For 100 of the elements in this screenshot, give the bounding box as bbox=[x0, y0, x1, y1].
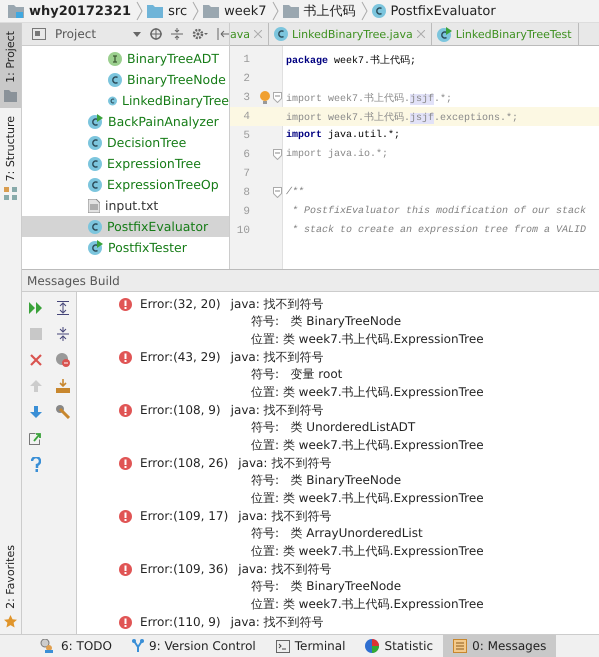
line-number: 5 bbox=[242, 130, 250, 142]
close-icon[interactable] bbox=[416, 30, 425, 38]
error-detail: 位置: 类 week7.书上代码.ExpressionTree bbox=[250, 436, 485, 454]
error-icon bbox=[119, 456, 132, 470]
error-location[interactable]: Error:(32, 20) bbox=[140, 297, 221, 311]
chevron-icon bbox=[360, 1, 368, 21]
error-location[interactable]: Error:(110, 9) bbox=[140, 615, 221, 629]
error-icon bbox=[119, 616, 132, 628]
error-detail: 符号: 类 UnorderedListADT bbox=[250, 419, 416, 436]
runnable-class-icon bbox=[88, 240, 103, 255]
side-tool-tab[interactable]: 7: Structure bbox=[0, 108, 21, 206]
export-icon[interactable] bbox=[29, 431, 42, 445]
error-message: java: 找不到符号 bbox=[230, 296, 324, 312]
help-icon[interactable] bbox=[30, 456, 40, 472]
code-line: import java.io.*; bbox=[285, 149, 388, 160]
tree-item[interactable]: PostfixTester bbox=[22, 237, 229, 258]
error-detail: 位置: 类 week7.书上代码.ExpressionTree bbox=[250, 330, 485, 348]
chevron-icon bbox=[136, 1, 144, 21]
collapse-icon[interactable] bbox=[171, 28, 184, 40]
error-detail: 符号: 变量 root bbox=[250, 366, 344, 383]
fold-icon[interactable] bbox=[273, 149, 282, 160]
tree-item[interactable]: PostfixEvaluator bbox=[22, 216, 229, 237]
line-number: 6 bbox=[242, 148, 250, 160]
side-tool-tab[interactable]: 2: Favorites bbox=[0, 537, 21, 634]
panel-title[interactable]: Project bbox=[54, 27, 96, 41]
chevron-icon bbox=[192, 1, 200, 21]
tool-window-tab[interactable]: 9: Version Control bbox=[122, 635, 266, 657]
error-detail: 位置: 类 week7.书上代码.ExpressionTree bbox=[250, 384, 485, 400]
breadcrumb-item[interactable]: why20172321 bbox=[29, 4, 132, 18]
no-warnings-icon[interactable] bbox=[56, 353, 70, 367]
error-icon bbox=[119, 510, 132, 522]
project-folder-icon bbox=[8, 4, 24, 18]
target-icon[interactable] bbox=[150, 28, 162, 40]
tree-item[interactable]: BinaryTreeADT bbox=[22, 48, 229, 69]
breadcrumb-item[interactable]: week7 bbox=[224, 4, 267, 18]
error-icon bbox=[119, 404, 132, 416]
arrow-down-icon[interactable] bbox=[30, 406, 42, 418]
tree-item[interactable]: ExpressionTree bbox=[22, 153, 229, 174]
breadcrumb-item[interactable]: PostfixEvaluator bbox=[390, 4, 496, 18]
class-icon bbox=[372, 4, 386, 18]
error-location[interactable]: Error:(43, 29) bbox=[140, 350, 221, 364]
dropdown-caret-icon[interactable] bbox=[133, 32, 142, 36]
error-location[interactable]: Error:(109, 36) bbox=[140, 562, 228, 576]
tool-window-tab[interactable]: Statistic bbox=[355, 635, 444, 657]
error-location[interactable]: Error:(109, 17) bbox=[140, 509, 228, 523]
close-icon[interactable] bbox=[254, 30, 262, 38]
code-line: import java.util.*; bbox=[285, 130, 400, 141]
line-number: 1 bbox=[242, 54, 250, 66]
class-icon bbox=[274, 27, 288, 41]
code-line: import week7.书上代码.jsjf.*; bbox=[285, 92, 452, 104]
tool-window-tab[interactable]: 0: Messages bbox=[443, 635, 556, 657]
error-message: java: 找不到符号 bbox=[230, 402, 324, 418]
breadcrumb-item[interactable]: src bbox=[168, 4, 188, 18]
side-tool-tab[interactable]: 1: Project bbox=[0, 23, 21, 108]
settings-icon[interactable] bbox=[192, 28, 208, 40]
line-number: 8 bbox=[242, 186, 250, 198]
star-icon bbox=[4, 615, 17, 628]
class-icon bbox=[88, 178, 102, 192]
chevron-icon bbox=[272, 1, 279, 21]
tool-window-tab[interactable]: Terminal bbox=[266, 635, 356, 657]
lightbulb-icon[interactable] bbox=[260, 91, 270, 104]
fold-icon[interactable] bbox=[273, 92, 282, 103]
line-number: 9 bbox=[242, 206, 250, 218]
error-icon bbox=[119, 562, 132, 576]
pie-chart-icon bbox=[365, 639, 380, 653]
error-detail: 位置: 类 week7.书上代码.ExpressionTree bbox=[250, 490, 485, 506]
error-location[interactable]: Error:(108, 26) bbox=[140, 456, 228, 470]
download-icon[interactable] bbox=[56, 379, 70, 393]
tree-item[interactable]: DecisionTree bbox=[22, 132, 229, 153]
tree-item[interactable]: input.txt bbox=[22, 195, 229, 216]
collapse-all-icon[interactable] bbox=[56, 327, 68, 341]
tree-item[interactable]: BackPainAnalyzer bbox=[22, 111, 229, 132]
error-message: java: 找不到符号 bbox=[238, 454, 332, 472]
fold-icon[interactable] bbox=[273, 187, 282, 198]
code-line: package week7.书上代码; bbox=[285, 54, 416, 66]
error-icon bbox=[119, 350, 132, 364]
hide-icon[interactable] bbox=[217, 28, 229, 40]
error-message: java: 找不到符号 bbox=[230, 348, 324, 366]
folder-icon bbox=[147, 4, 164, 18]
tree-item[interactable]: LinkedBinaryTree bbox=[22, 90, 229, 111]
close-icon[interactable] bbox=[30, 354, 42, 366]
tree-item[interactable]: ExpressionTreeOp bbox=[22, 174, 229, 195]
tree-item[interactable]: BinaryTreeNode bbox=[22, 69, 229, 90]
tool-window-tab[interactable]: 6: TODO bbox=[30, 635, 122, 657]
code-line: * stack to create an expression tree from a VALID bbox=[291, 225, 586, 236]
todo-icon bbox=[40, 639, 56, 653]
line-number: 4 bbox=[242, 110, 250, 122]
rerun-icon[interactable] bbox=[28, 302, 42, 314]
error-location[interactable]: Error:(108, 9) bbox=[140, 403, 221, 417]
expand-all-icon[interactable] bbox=[56, 301, 68, 315]
class-icon bbox=[88, 136, 102, 150]
error-detail: 符号: 类 ArrayUnorderedList bbox=[250, 525, 424, 542]
error-icon bbox=[119, 298, 132, 310]
code-editor[interactable] bbox=[230, 46, 599, 269]
wrench-icon[interactable] bbox=[56, 405, 70, 419]
code-line: * PostfixEvaluator this modification of our stack bbox=[291, 206, 586, 217]
code-line: /** bbox=[285, 187, 304, 198]
breadcrumb-item[interactable]: 书上代码 bbox=[304, 2, 356, 20]
folder-icon bbox=[4, 88, 17, 102]
class-icon bbox=[88, 220, 102, 234]
